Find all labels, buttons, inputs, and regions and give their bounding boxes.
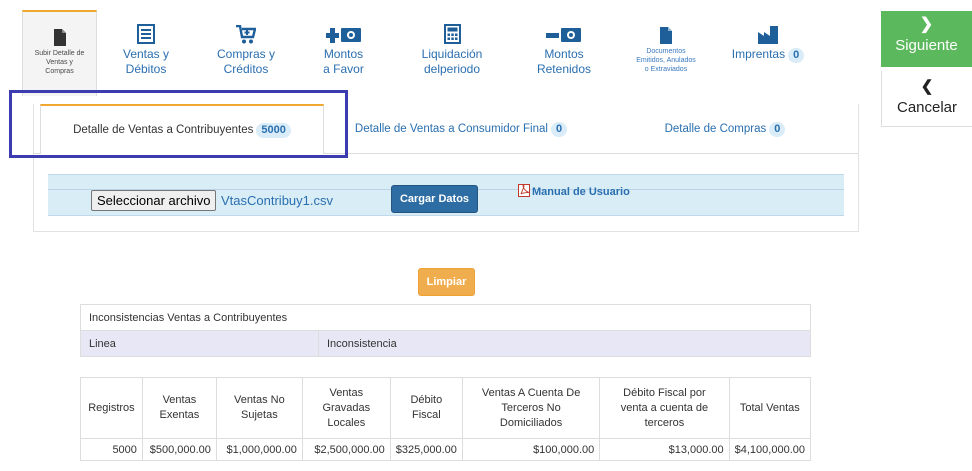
step-label: Compras y Créditos <box>216 47 275 76</box>
user-manual-label: Manual de Usuario <box>532 186 630 198</box>
tab-count-badge: 5000 <box>256 122 291 138</box>
tab-sales-to-final-consumer[interactable]: Detalle de Ventas a Consumidor Final 0 <box>346 104 576 154</box>
choose-file-button[interactable]: Seleccionar archivo <box>91 190 217 211</box>
tab-label: Detalle de Ventas a Contribuyentes <box>73 124 254 136</box>
step-balance-in-favor[interactable]: Montos a Favor <box>297 10 390 96</box>
inconsistencies-table: Inconsistencias Ventas a Contribuyentes … <box>80 304 811 357</box>
table-row: 5000 $500,000.00 $1,000,000.00 $2,500,00… <box>80 438 812 461</box>
step-toolbar: Subir Detalle de Ventas y Compras Ventas… <box>22 10 862 96</box>
chevron-left-icon: ❮ <box>920 78 934 95</box>
plus-money-icon <box>325 18 362 44</box>
step-label-text: Imprentas <box>731 47 786 61</box>
factory-icon <box>758 18 778 44</box>
selected-file-name: VtasContribuy1.csv <box>221 193 333 208</box>
inconsistencies-title: Inconsistencias Ventas a Contribuyentes <box>80 304 811 331</box>
ledger-icon <box>137 18 155 44</box>
tab-label: Detalle de Ventas a Consumidor Final <box>354 123 548 135</box>
table-title-row: Inconsistencias Ventas a Contribuyentes <box>80 304 811 331</box>
table-cell: $4,100,000.00 <box>728 438 812 461</box>
table-header-row: Linea Inconsistencia <box>80 330 811 357</box>
column-header: Registros <box>80 377 143 439</box>
next-button[interactable]: ❯ Siguiente <box>881 11 972 67</box>
column-header: Ventas A Cuenta De Terceros No Domicilia… <box>461 377 601 439</box>
step-period-settlement[interactable]: Liquidación delperiodo <box>390 10 514 96</box>
column-header: Débito Fiscal por venta a cuenta de terc… <box>599 377 730 439</box>
column-header: Débito Fiscal <box>389 377 463 439</box>
step-label: Subir Detalle de Ventas y Compras <box>34 50 85 75</box>
user-manual-link[interactable]: Manual de Usuario <box>518 184 630 200</box>
step-upload-detail[interactable]: Subir Detalle de Ventas y Compras <box>22 10 97 96</box>
tab-label: Detalle de Compras <box>664 123 767 135</box>
upload-bar: Seleccionar archivo VtasContribuy1.csv C… <box>48 174 844 216</box>
step-label: Montos a Favor <box>323 47 364 76</box>
clear-button[interactable]: Limpiar <box>418 268 475 296</box>
cancel-button[interactable]: ❮ Cancelar <box>881 71 972 127</box>
table-cell: $1,000,000.00 <box>215 438 303 461</box>
column-header: Ventas Gravadas Locales <box>301 377 391 439</box>
column-header: Ventas No Sujetas <box>215 377 303 439</box>
column-header-line: Linea <box>80 330 319 357</box>
tab-count-badge: 0 <box>550 121 568 137</box>
table-cell: $325,000.00 <box>389 438 463 461</box>
step-label: Documentos Emitidos, Anulados o Extravia… <box>636 48 696 73</box>
table-cell: 5000 <box>80 438 143 461</box>
table-header-row: Registros Ventas Exentas Ventas No Sujet… <box>80 377 812 439</box>
step-sales-debits[interactable]: Ventas y Débitos <box>97 10 195 96</box>
table-cell: $500,000.00 <box>141 438 217 461</box>
step-purchases-credits[interactable]: Compras y Créditos <box>195 10 297 96</box>
load-data-button[interactable]: Cargar Datos <box>391 185 478 213</box>
step-label: Montos Retenidos <box>536 47 592 76</box>
file-icon <box>53 20 66 46</box>
cancel-button-label: Cancelar <box>896 99 958 116</box>
calculator-icon <box>443 18 461 44</box>
tab-count-badge: 0 <box>769 121 786 137</box>
next-button-label: Siguiente <box>895 37 958 54</box>
printers-count-badge: 0 <box>788 48 805 63</box>
table-cell: $13,000.00 <box>599 438 730 461</box>
pdf-icon <box>518 184 530 200</box>
minus-money-icon <box>546 18 582 44</box>
tab-purchases-detail[interactable]: Detalle de Compras 0 <box>655 104 795 154</box>
step-printers[interactable]: Imprentas 0 <box>718 10 818 96</box>
table-cell: $100,000.00 <box>461 438 601 461</box>
step-documents-issued[interactable]: Documentos Emitidos, Anulados o Extravia… <box>614 10 718 96</box>
cart-icon <box>236 18 256 44</box>
column-header: Total Ventas <box>728 377 812 439</box>
table-cell: $2,500,000.00 <box>301 438 391 461</box>
step-label: Liquidación delperiodo <box>421 47 483 76</box>
document-icon <box>660 18 672 44</box>
column-header-inconsistency: Inconsistencia <box>318 330 811 357</box>
step-label: Imprentas 0 <box>731 47 805 63</box>
chevron-right-icon: ❯ <box>919 16 934 33</box>
tab-sales-to-taxpayers[interactable]: Detalle de Ventas a Contribuyentes 5000 <box>40 104 324 154</box>
column-header: Ventas Exentas <box>141 377 217 439</box>
step-withheld-amounts[interactable]: Montos Retenidos <box>514 10 614 96</box>
step-label: Ventas y Débitos <box>122 47 170 76</box>
tab-divider <box>33 153 40 154</box>
summary-table: Registros Ventas Exentas Ventas No Sujet… <box>80 377 812 461</box>
